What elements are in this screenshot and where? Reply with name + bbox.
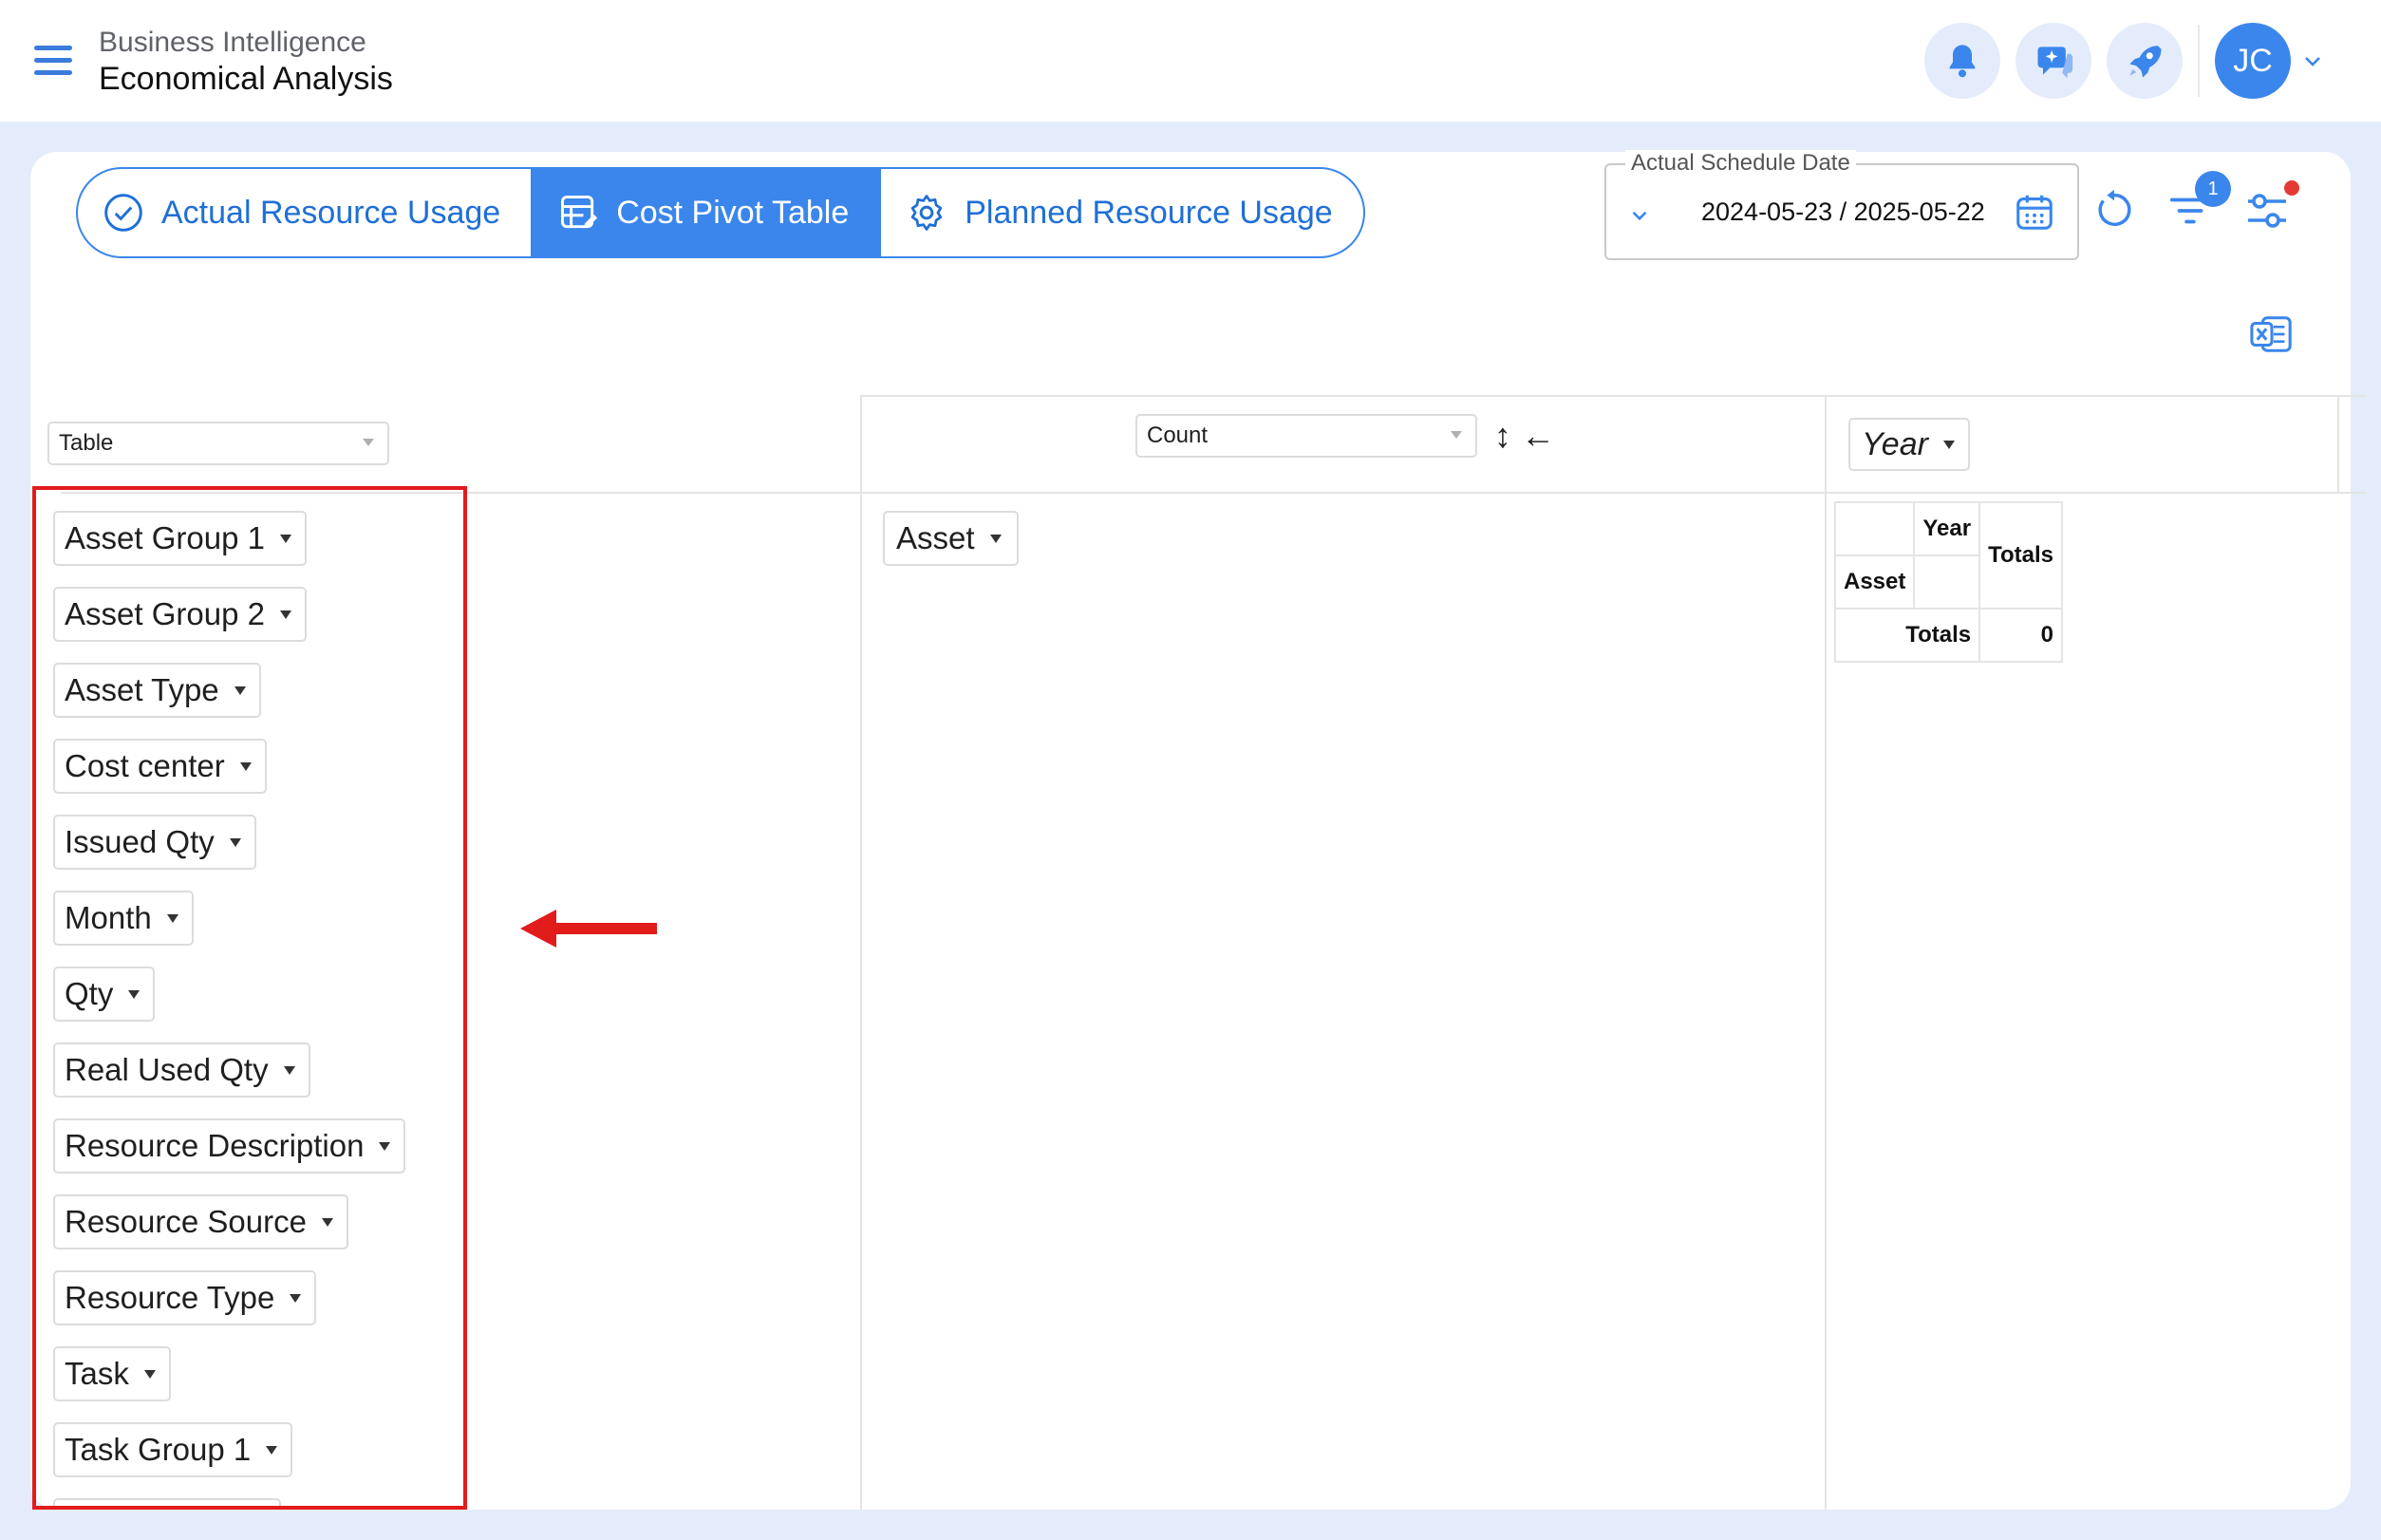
- chat-sparkle-icon: [2037, 47, 2073, 79]
- pivot-field-partial[interactable]: [53, 1498, 281, 1510]
- table-edit-icon: [557, 192, 599, 234]
- hamburger-menu-icon[interactable]: [34, 46, 72, 76]
- pivot-field-asset-type[interactable]: Asset Type: [53, 663, 261, 718]
- field-label: Task: [65, 1356, 129, 1391]
- pivot-field-task-group-1[interactable]: Task Group 1: [53, 1422, 293, 1477]
- date-range-label: Actual Schedule Date: [1625, 150, 1856, 177]
- column-field-year[interactable]: Year: [1848, 418, 1970, 471]
- pivot-row-header: Asset: [1833, 554, 1916, 610]
- pivot-totals-header: Totals: [1978, 501, 2063, 610]
- pivot-field-asset-group-2[interactable]: Asset Group 2: [53, 587, 307, 642]
- filter-count-badge: 1: [2195, 171, 2231, 207]
- rocket-icon: [2129, 46, 2162, 78]
- quick-launch-button[interactable]: [2107, 23, 2183, 99]
- pivot-corner-cell: [1833, 501, 1916, 556]
- pivot-grand-total: 0: [1978, 608, 2063, 663]
- notifications-button[interactable]: [1924, 23, 2000, 99]
- pivot-divider: [860, 395, 862, 1510]
- pivot-totals-row-label: Totals: [1833, 608, 1981, 663]
- settings-sliders-icon[interactable]: [2244, 190, 2290, 232]
- dropdown-arrow-icon: [239, 761, 252, 771]
- aggregator-select[interactable]: Count: [1135, 414, 1477, 458]
- refresh-icon[interactable]: [2092, 188, 2136, 232]
- field-label: Asset Type: [65, 672, 219, 707]
- chevron-down-icon[interactable]: [1627, 203, 1652, 228]
- pivot-divider: [1825, 395, 1827, 1510]
- dropdown-arrow-icon: [283, 1065, 295, 1075]
- dropdown-arrow-icon: [143, 1369, 156, 1379]
- field-label: Resource Source: [65, 1204, 307, 1239]
- dropdown-arrow-icon: [1942, 440, 1955, 449]
- tab-planned-resource-usage[interactable]: Planned Resource Usage: [879, 169, 1362, 256]
- pivot-empty-cell: [1913, 554, 1981, 610]
- header-divider: [2198, 25, 2200, 97]
- pivot-divider: [2337, 395, 2339, 494]
- pivot-field-real-used-qty[interactable]: Real Used Qty: [53, 1042, 310, 1098]
- pivot-field-qty[interactable]: Qty: [53, 967, 156, 1022]
- page-title: Economical Analysis: [99, 61, 393, 97]
- aggregator-select-value: Count: [1147, 423, 1209, 448]
- calendar-icon[interactable]: [2013, 190, 2056, 234]
- field-label: Resource Description: [65, 1128, 365, 1163]
- pivot-field-cost-center[interactable]: Cost center: [53, 739, 267, 794]
- field-label: Real Used Qty: [65, 1052, 269, 1087]
- date-range-value: 2024-05-23 / 2025-05-22: [1701, 197, 1985, 226]
- field-label: Asset Group 1: [65, 520, 265, 555]
- field-label: Month: [65, 900, 152, 935]
- dropdown-arrow-icon: [379, 1141, 391, 1151]
- pivot-divider: [860, 395, 2366, 397]
- excel-export-icon[interactable]: [2250, 313, 2294, 355]
- field-label: Qty: [65, 976, 114, 1011]
- pivot-field-resource-description[interactable]: Resource Description: [53, 1118, 406, 1174]
- date-range-field[interactable]: Actual Schedule Date 2024-05-23 / 2025-0…: [1604, 150, 2079, 260]
- field-label: Asset: [896, 520, 975, 555]
- dropdown-arrow-icon: [989, 534, 1002, 543]
- sort-order-toggle[interactable]: ↕ ←: [1494, 416, 1555, 456]
- field-label: Issued Qty: [65, 824, 215, 859]
- row-field-asset[interactable]: Asset: [883, 511, 1019, 566]
- tab-label: Planned Resource Usage: [965, 194, 1333, 231]
- main-card: Actual Resource Usage Cost Pivot Table P…: [30, 150, 2366, 1510]
- assistant-chat-button[interactable]: [2015, 23, 2091, 99]
- dropdown-arrow-icon: [279, 610, 291, 619]
- pivot-field-issued-qty[interactable]: Issued Qty: [53, 815, 256, 870]
- field-label: Task Group 1: [65, 1432, 252, 1467]
- dropdown-arrow-icon: [266, 1445, 278, 1455]
- dropdown-arrow-icon: [234, 685, 246, 695]
- field-label: Resource Type: [65, 1280, 275, 1315]
- pivot-col-header: Year: [1913, 501, 1981, 556]
- pivot-field-task[interactable]: Task: [53, 1346, 171, 1401]
- pivot-field-asset-group-1[interactable]: Asset Group 1: [53, 511, 307, 566]
- top-bar: Business Intelligence Economical Analysi…: [0, 0, 2381, 122]
- bell-icon: [1949, 45, 1976, 78]
- field-label: Cost center: [65, 748, 225, 783]
- arrow-left-icon: [520, 910, 657, 948]
- dropdown-arrow-icon: [279, 534, 291, 543]
- unused-fields-list: Asset Group 1 Asset Group 2 Asset Type C…: [30, 152, 505, 1510]
- dropdown-arrow-icon: [229, 837, 241, 847]
- chevron-down-icon[interactable]: [2301, 49, 2324, 72]
- user-avatar[interactable]: JC: [2215, 23, 2291, 99]
- pivot-field-resource-type[interactable]: Resource Type: [53, 1270, 317, 1325]
- pivot-field-month[interactable]: Month: [53, 891, 194, 946]
- tab-cost-pivot-table[interactable]: Cost Pivot Table: [531, 169, 880, 256]
- gear-icon: [906, 192, 947, 234]
- field-label: Asset Group 2: [65, 596, 265, 631]
- settings-notification-dot: [2284, 180, 2299, 196]
- tab-label: Cost Pivot Table: [616, 194, 850, 231]
- dropdown-arrow-icon: [166, 913, 178, 923]
- pivot-result-table: Year Totals Asset Totals 0: [1833, 501, 2063, 663]
- pivot-field-resource-source[interactable]: Resource Source: [53, 1194, 348, 1249]
- field-label: Year: [1862, 425, 1928, 462]
- breadcrumb-parent: Business Intelligence: [99, 27, 366, 58]
- dropdown-arrow-icon: [1451, 431, 1462, 439]
- dropdown-arrow-icon: [321, 1217, 333, 1227]
- dropdown-arrow-icon: [128, 989, 141, 999]
- dropdown-arrow-icon: [290, 1293, 302, 1303]
